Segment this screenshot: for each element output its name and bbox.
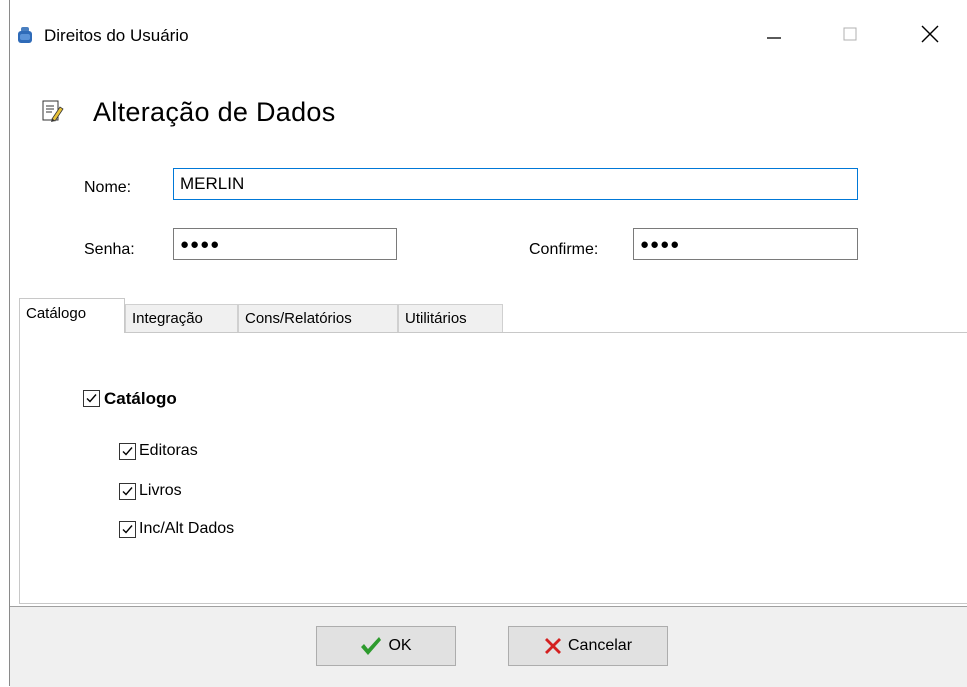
tab-label: Cons/Relatórios	[245, 310, 352, 327]
tab-label: Catálogo	[26, 305, 87, 322]
editoras-checkbox-label[interactable]: Editoras	[139, 442, 198, 460]
close-icon	[921, 25, 939, 43]
page-title: Alteração de Dados	[93, 97, 336, 127]
maximize-button[interactable]	[822, 14, 878, 54]
senha-input-value: ●●●●	[180, 236, 221, 253]
tab-label: Integração	[132, 310, 203, 327]
x-icon	[544, 638, 561, 654]
tab-cons-relatorios[interactable]: Cons/Relatórios	[238, 304, 398, 332]
livros-checkbox[interactable]	[119, 483, 136, 500]
inc-alt-dados-checkbox[interactable]	[119, 521, 136, 538]
livros-checkbox-label[interactable]: Livros	[139, 482, 182, 500]
maximize-icon	[843, 27, 857, 41]
ok-button[interactable]: OK	[316, 626, 456, 666]
nome-label: Nome:	[84, 179, 132, 196]
catalogo-checkbox[interactable]	[83, 390, 100, 407]
tab-integracao[interactable]: Integração	[125, 304, 238, 332]
cancel-button-label: Cancelar	[567, 637, 633, 654]
check-icon	[86, 394, 97, 403]
tab-panel-catalogo: Catálogo Editoras Livros Inc/Alt Dados	[19, 332, 967, 604]
checkmark-icon	[361, 637, 382, 655]
close-button[interactable]	[902, 14, 958, 54]
edit-document-icon	[42, 100, 64, 122]
nome-input[interactable]: MERLIN	[173, 168, 858, 200]
minimize-icon	[767, 37, 781, 39]
tab-label: Utilitários	[405, 310, 467, 327]
check-icon	[122, 447, 133, 456]
tab-utilitarios[interactable]: Utilitários	[398, 304, 503, 332]
senha-label: Senha:	[84, 241, 135, 258]
check-icon	[122, 525, 133, 534]
minimize-button[interactable]	[746, 14, 802, 54]
window-title: Direitos do Usuário	[44, 26, 189, 45]
confirme-label: Confirme:	[529, 241, 599, 258]
title-bar[interactable]: Direitos do Usuário	[10, 0, 967, 72]
confirme-input[interactable]: ●●●●	[633, 228, 858, 260]
senha-input[interactable]: ●●●●	[173, 228, 397, 260]
check-icon	[122, 487, 133, 496]
button-bar: OK Cancelar	[10, 606, 967, 687]
nome-input-value: MERLIN	[180, 174, 245, 193]
tab-catalogo[interactable]: Catálogo	[19, 298, 125, 333]
ok-button-label: OK	[388, 637, 412, 654]
dialog-content: Alteração de Dados Nome: MERLIN Senha: ●…	[10, 72, 967, 687]
dialog-window: Direitos do Usuário Alteração de Dados N…	[9, 0, 967, 687]
catalogo-checkbox-label[interactable]: Catálogo	[104, 389, 177, 409]
app-icon	[18, 27, 32, 43]
editoras-checkbox[interactable]	[119, 443, 136, 460]
cancel-button[interactable]: Cancelar	[508, 626, 668, 666]
confirme-input-value: ●●●●	[640, 236, 681, 253]
inc-alt-dados-checkbox-label[interactable]: Inc/Alt Dados	[139, 520, 234, 538]
